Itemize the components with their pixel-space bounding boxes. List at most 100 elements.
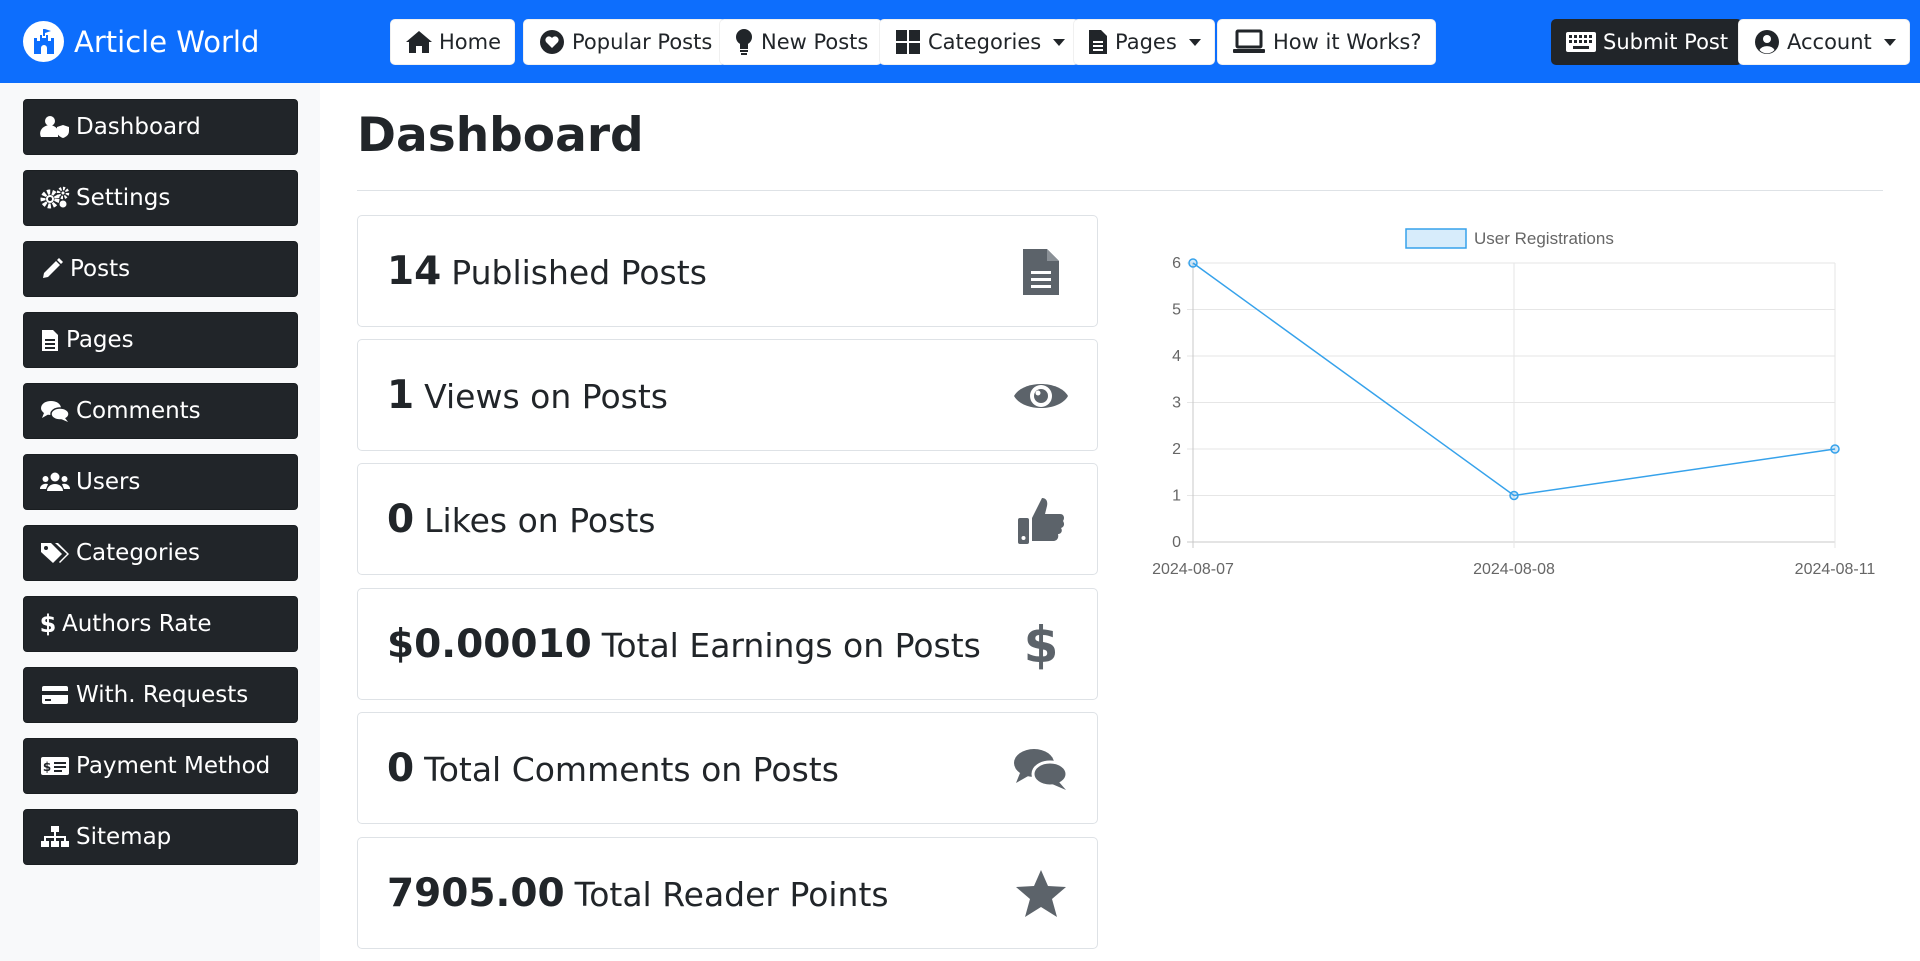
stat-label: Total Comments on Posts [424, 750, 839, 789]
file-icon [40, 327, 60, 353]
sidebar-item-dashboard[interactable]: Dashboard [23, 99, 298, 155]
sidebar-item-label: Users [76, 469, 141, 495]
sidebar: Dashboard Settings Posts Pages Comments … [0, 83, 320, 961]
stat-card-published-posts: 14 Published Posts [357, 215, 1098, 327]
sidebar-item-label: Sitemap [76, 824, 172, 850]
submit-post-label: Submit Post [1603, 30, 1729, 54]
users-icon [40, 469, 70, 495]
stat-value: 7905.00 [387, 871, 565, 916]
nav-home-label: Home [439, 30, 502, 54]
chevron-down-icon [1188, 38, 1201, 46]
nav-new-posts-button[interactable]: New Posts [719, 19, 883, 65]
nav-popular-label: Popular Posts [572, 30, 713, 54]
nav-how-it-works-button[interactable]: How it Works? [1217, 19, 1436, 65]
stat-label: Total Reader Points [574, 875, 889, 914]
dollar-icon: $ [40, 611, 56, 637]
sidebar-item-label: Settings [76, 185, 171, 211]
lightbulb-icon [733, 28, 755, 57]
comments-icon [1013, 741, 1069, 797]
nav-new-posts-label: New Posts [761, 30, 869, 54]
sidebar-item-settings[interactable]: Settings [23, 170, 298, 226]
sitemap-icon [40, 824, 70, 850]
top-navbar: Article World Home Popular Posts New Pos… [0, 0, 1920, 83]
sidebar-item-authors-rate[interactable]: $ Authors Rate [23, 596, 298, 652]
stat-value-line: 1 Views on Posts [387, 373, 668, 418]
thumbs-up-icon [1013, 492, 1069, 548]
dollar-icon: $ [1013, 617, 1069, 673]
stat-value-line: $0.00010 Total Earnings on Posts [387, 622, 981, 667]
svg-text:$: $ [43, 760, 51, 774]
sidebar-item-sitemap[interactable]: Sitemap [23, 809, 298, 865]
stat-card-comments: 0 Total Comments on Posts [357, 712, 1098, 824]
chart-legend-swatch [1405, 228, 1467, 249]
nav-categories-label: Categories [928, 30, 1042, 54]
page-title: Dashboard [357, 108, 644, 163]
chart-data-point [1188, 258, 1198, 268]
grid-icon [893, 28, 922, 57]
nav-home-button[interactable]: Home [390, 19, 516, 65]
heart-circle-icon [537, 28, 566, 57]
stat-value-line: 0 Total Comments on Posts [387, 746, 839, 791]
sidebar-item-label: Comments [76, 398, 201, 424]
user-registrations-chart: 0 1 2 3 4 5 6 2024-08-07 2024-08-08 2024-08-11 Use… [1140, 222, 1900, 602]
chart-y-tick-label: 6 [1172, 255, 1181, 272]
chart-y-tick-label: 3 [1172, 395, 1181, 412]
chart-y-tick-label: 0 [1172, 534, 1181, 551]
comments-icon [40, 398, 70, 424]
stat-value: $0.00010 [387, 622, 592, 667]
chart-y-tick-label: 1 [1172, 488, 1181, 505]
sidebar-item-comments[interactable]: Comments [23, 383, 298, 439]
nav-how-it-works-label: How it Works? [1273, 30, 1422, 54]
account-dropdown[interactable]: Account [1738, 19, 1910, 65]
sidebar-item-payment-method[interactable]: $ Payment Method [23, 738, 298, 794]
nav-popular-button[interactable]: Popular Posts [523, 19, 727, 65]
file-lines-icon [1013, 244, 1069, 300]
sidebar-item-posts[interactable]: Posts [23, 241, 298, 297]
pencil-icon [40, 256, 64, 282]
sidebar-item-pages[interactable]: Pages [23, 312, 298, 368]
nav-categories-dropdown[interactable]: Categories [879, 19, 1080, 65]
nav-pages-label: Pages [1115, 30, 1177, 54]
chart-y-tick-label: 4 [1172, 348, 1181, 365]
gears-icon [40, 185, 70, 211]
stat-label: Published Posts [451, 253, 707, 292]
nav-pages-dropdown[interactable]: Pages [1073, 19, 1215, 65]
stat-value: 0 [387, 746, 415, 791]
stat-value-line: 7905.00 Total Reader Points [387, 871, 889, 916]
chart-x-tick-label: 2024-08-11 [1795, 561, 1876, 578]
sidebar-item-label: Payment Method [76, 753, 271, 779]
svg-text:$: $ [1024, 618, 1058, 672]
stat-value-line: 14 Published Posts [387, 249, 707, 294]
file-lines-icon [1087, 28, 1109, 57]
stat-label: Likes on Posts [424, 501, 656, 540]
stat-card-reader-points: 7905.00 Total Reader Points [357, 837, 1098, 949]
chart-y-tick-label: 5 [1172, 302, 1181, 319]
sidebar-item-users[interactable]: Users [23, 454, 298, 510]
sidebar-item-label: Authors Rate [62, 611, 212, 637]
laptop-icon [1231, 28, 1267, 57]
sidebar-item-label: With. Requests [76, 682, 249, 708]
stat-label: Views on Posts [424, 377, 668, 416]
eye-icon [1013, 368, 1069, 424]
title-divider [357, 190, 1883, 191]
brand-link[interactable]: Article World [23, 20, 259, 63]
money-check-icon: $ [40, 753, 70, 779]
castle-logo-icon [23, 21, 64, 62]
keyboard-icon [1565, 28, 1597, 57]
stat-card-likes: 0 Likes on Posts [357, 463, 1098, 575]
chevron-down-icon [1883, 38, 1896, 46]
account-label: Account [1787, 30, 1872, 54]
chart-data-point [1830, 444, 1840, 454]
tags-icon [40, 540, 70, 566]
user-circle-icon [1752, 28, 1781, 57]
credit-card-icon [40, 682, 70, 708]
star-icon [1013, 866, 1069, 922]
stat-value: 0 [387, 497, 415, 542]
sidebar-item-label: Posts [70, 256, 131, 282]
sidebar-item-withdrawal-requests[interactable]: With. Requests [23, 667, 298, 723]
sidebar-item-label: Dashboard [76, 114, 201, 140]
user-shield-icon [40, 114, 70, 140]
sidebar-item-categories[interactable]: Categories [23, 525, 298, 581]
submit-post-button[interactable]: Submit Post [1551, 19, 1743, 65]
stat-label: Total Earnings on Posts [601, 626, 981, 665]
